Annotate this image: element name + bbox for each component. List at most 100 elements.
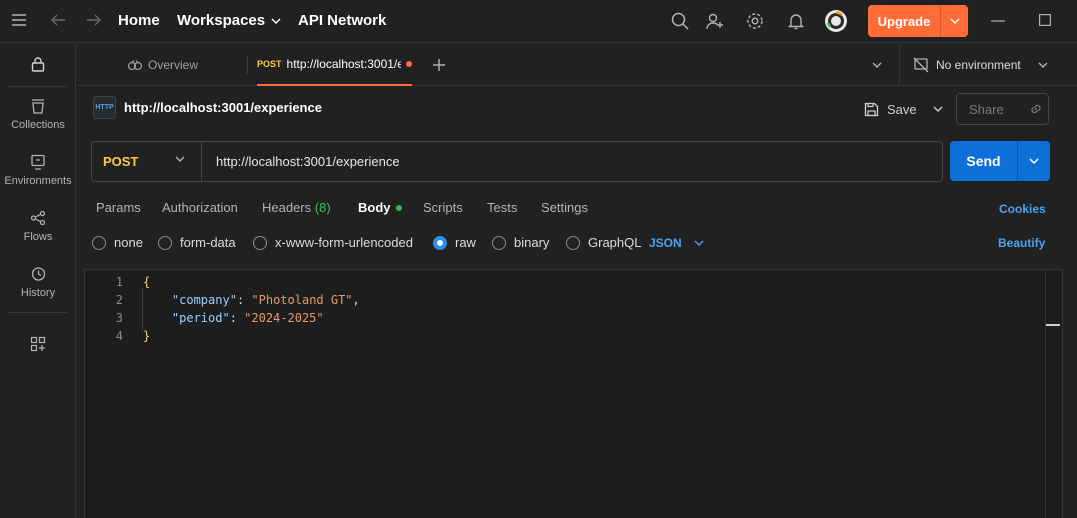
line-number: 1 — [115, 275, 123, 289]
request-header: HTTP http://localhost:3001/experience — [93, 96, 322, 119]
save-button[interactable]: Save — [864, 96, 943, 122]
env-divider — [899, 44, 900, 86]
code-line: 3 "period": "2024-2025" — [85, 309, 324, 327]
sidebar-item-collections[interactable]: Collections — [0, 98, 76, 131]
save-icon — [864, 102, 879, 116]
code-line: 4} — [85, 327, 150, 345]
tab-scripts[interactable]: Scripts — [423, 200, 463, 215]
request-title[interactable]: http://localhost:3001/experience — [124, 100, 322, 115]
radio-form-data[interactable]: form-data — [158, 235, 236, 250]
radio-circle — [566, 235, 580, 250]
cookies-link[interactable]: Cookies — [999, 202, 1046, 216]
unsaved-dot — [406, 61, 412, 67]
nav-api-network[interactable]: API Network — [298, 12, 386, 29]
radio-label: form-data — [180, 235, 236, 250]
method-selector[interactable]: POST — [92, 142, 202, 181]
tab-tests[interactable]: Tests — [487, 200, 517, 215]
format-selector[interactable]: JSON — [649, 236, 704, 250]
headers-count: (8) — [314, 200, 331, 215]
upgrade-chevron-down-icon[interactable] — [941, 18, 968, 24]
send-chevron-down-icon[interactable] — [1018, 158, 1050, 164]
tab-params[interactable]: Params — [96, 200, 141, 215]
radio-graphql[interactable]: GraphQL — [566, 235, 641, 250]
sidebar-item-label: Environments — [4, 175, 72, 187]
tab-authorization[interactable]: Authorization — [162, 200, 238, 215]
link-icon — [1031, 104, 1041, 114]
invite-user-icon[interactable] — [706, 12, 724, 30]
sidebar-item-history[interactable]: History — [0, 266, 76, 299]
avatar[interactable] — [824, 9, 848, 33]
sidebar-item-label: History — [20, 287, 56, 299]
tab-headers[interactable]: Headers (8) — [262, 200, 331, 215]
url-input[interactable]: http://localhost:3001/experience — [202, 154, 400, 169]
sidebar: Collections Environments Flows History — [0, 44, 76, 518]
http-icon: HTTP — [93, 96, 116, 119]
collections-icon — [32, 99, 44, 114]
lock-icon[interactable] — [0, 56, 76, 72]
radio-none[interactable]: none — [92, 235, 143, 250]
line-number: 3 — [115, 311, 123, 325]
send-button[interactable]: Send — [950, 141, 1050, 181]
settings-gear-icon[interactable] — [746, 12, 764, 30]
tabs-overflow-chevron-icon[interactable] — [872, 44, 882, 86]
radio-binary[interactable]: binary — [492, 235, 549, 250]
tab-settings[interactable]: Settings — [541, 200, 588, 215]
body-indicator-dot — [395, 204, 402, 211]
environment-label: No environment — [936, 58, 1021, 72]
tab-body[interactable]: Body — [358, 200, 402, 215]
format-label: JSON — [649, 236, 682, 250]
minimize-icon[interactable] — [991, 20, 1005, 22]
radio-label: none — [114, 235, 143, 250]
close-brace: } — [143, 329, 151, 343]
radio-raw[interactable]: raw — [433, 235, 476, 250]
share-button[interactable]: Share — [956, 93, 1049, 125]
open-brace: { — [143, 275, 151, 289]
tab-overview[interactable]: Overview — [127, 44, 198, 86]
new-tab-plus-icon[interactable] — [432, 44, 446, 86]
json-key: "period" — [171, 311, 230, 325]
flows-icon — [30, 210, 46, 226]
nav-home[interactable]: Home — [118, 12, 160, 29]
overview-icon — [127, 60, 143, 71]
editor-scrollbar[interactable] — [1045, 270, 1062, 518]
code-editor[interactable]: 1 { 2 "company": "Photoland GT", 3 "perio… — [84, 269, 1063, 518]
upgrade-label: Upgrade — [877, 13, 931, 29]
url-bar: POST http://localhost:3001/experience — [91, 141, 943, 182]
sidebar-item-environments[interactable]: Environments — [0, 154, 76, 187]
json-value: "2024-2025" — [244, 311, 324, 325]
nav-workspaces-label: Workspaces — [177, 12, 266, 29]
json-comma: , — [352, 293, 360, 307]
history-icon — [31, 267, 46, 281]
sidebar-item-label: Flows — [23, 231, 53, 243]
chevron-down-icon — [694, 240, 704, 246]
beautify-link[interactable]: Beautify — [998, 236, 1045, 250]
tabs-bar: Overview POST http://localhost:3001/e No… — [77, 44, 1077, 86]
radio-circle — [253, 235, 267, 250]
chevron-down-icon — [175, 156, 185, 162]
radio-urlencoded[interactable]: x-www-form-urlencoded — [253, 235, 413, 250]
maximize-icon[interactable] — [1039, 14, 1051, 26]
menu-icon[interactable] — [11, 13, 27, 27]
no-environment-icon — [913, 57, 929, 73]
top-bar: Home Workspaces API Network Upgrade — [0, 0, 1077, 43]
upgrade-button[interactable]: Upgrade — [868, 5, 968, 37]
radio-circle — [92, 235, 106, 250]
sidebar-item-flows[interactable]: Flows — [0, 210, 76, 243]
chevron-down-icon — [271, 18, 281, 24]
environment-selector[interactable]: No environment — [913, 44, 1048, 86]
back-arrow-icon[interactable] — [50, 13, 66, 27]
save-chevron-down-icon[interactable] — [933, 106, 943, 112]
forward-arrow-icon[interactable] — [86, 13, 102, 27]
save-label: Save — [887, 101, 917, 117]
json-value: "Photoland GT" — [251, 293, 353, 307]
tab-request[interactable]: POST http://localhost:3001/e — [257, 44, 412, 86]
sidebar-divider — [8, 86, 68, 87]
code-line: 2 "company": "Photoland GT", — [85, 291, 360, 309]
notification-bell-icon[interactable] — [788, 12, 804, 30]
method-label: POST — [103, 154, 139, 169]
tab-body-label: Body — [358, 200, 391, 215]
radio-circle — [158, 235, 172, 250]
add-workbench-icon[interactable] — [0, 336, 76, 352]
search-icon[interactable] — [671, 12, 689, 30]
nav-workspaces[interactable]: Workspaces — [177, 12, 281, 29]
